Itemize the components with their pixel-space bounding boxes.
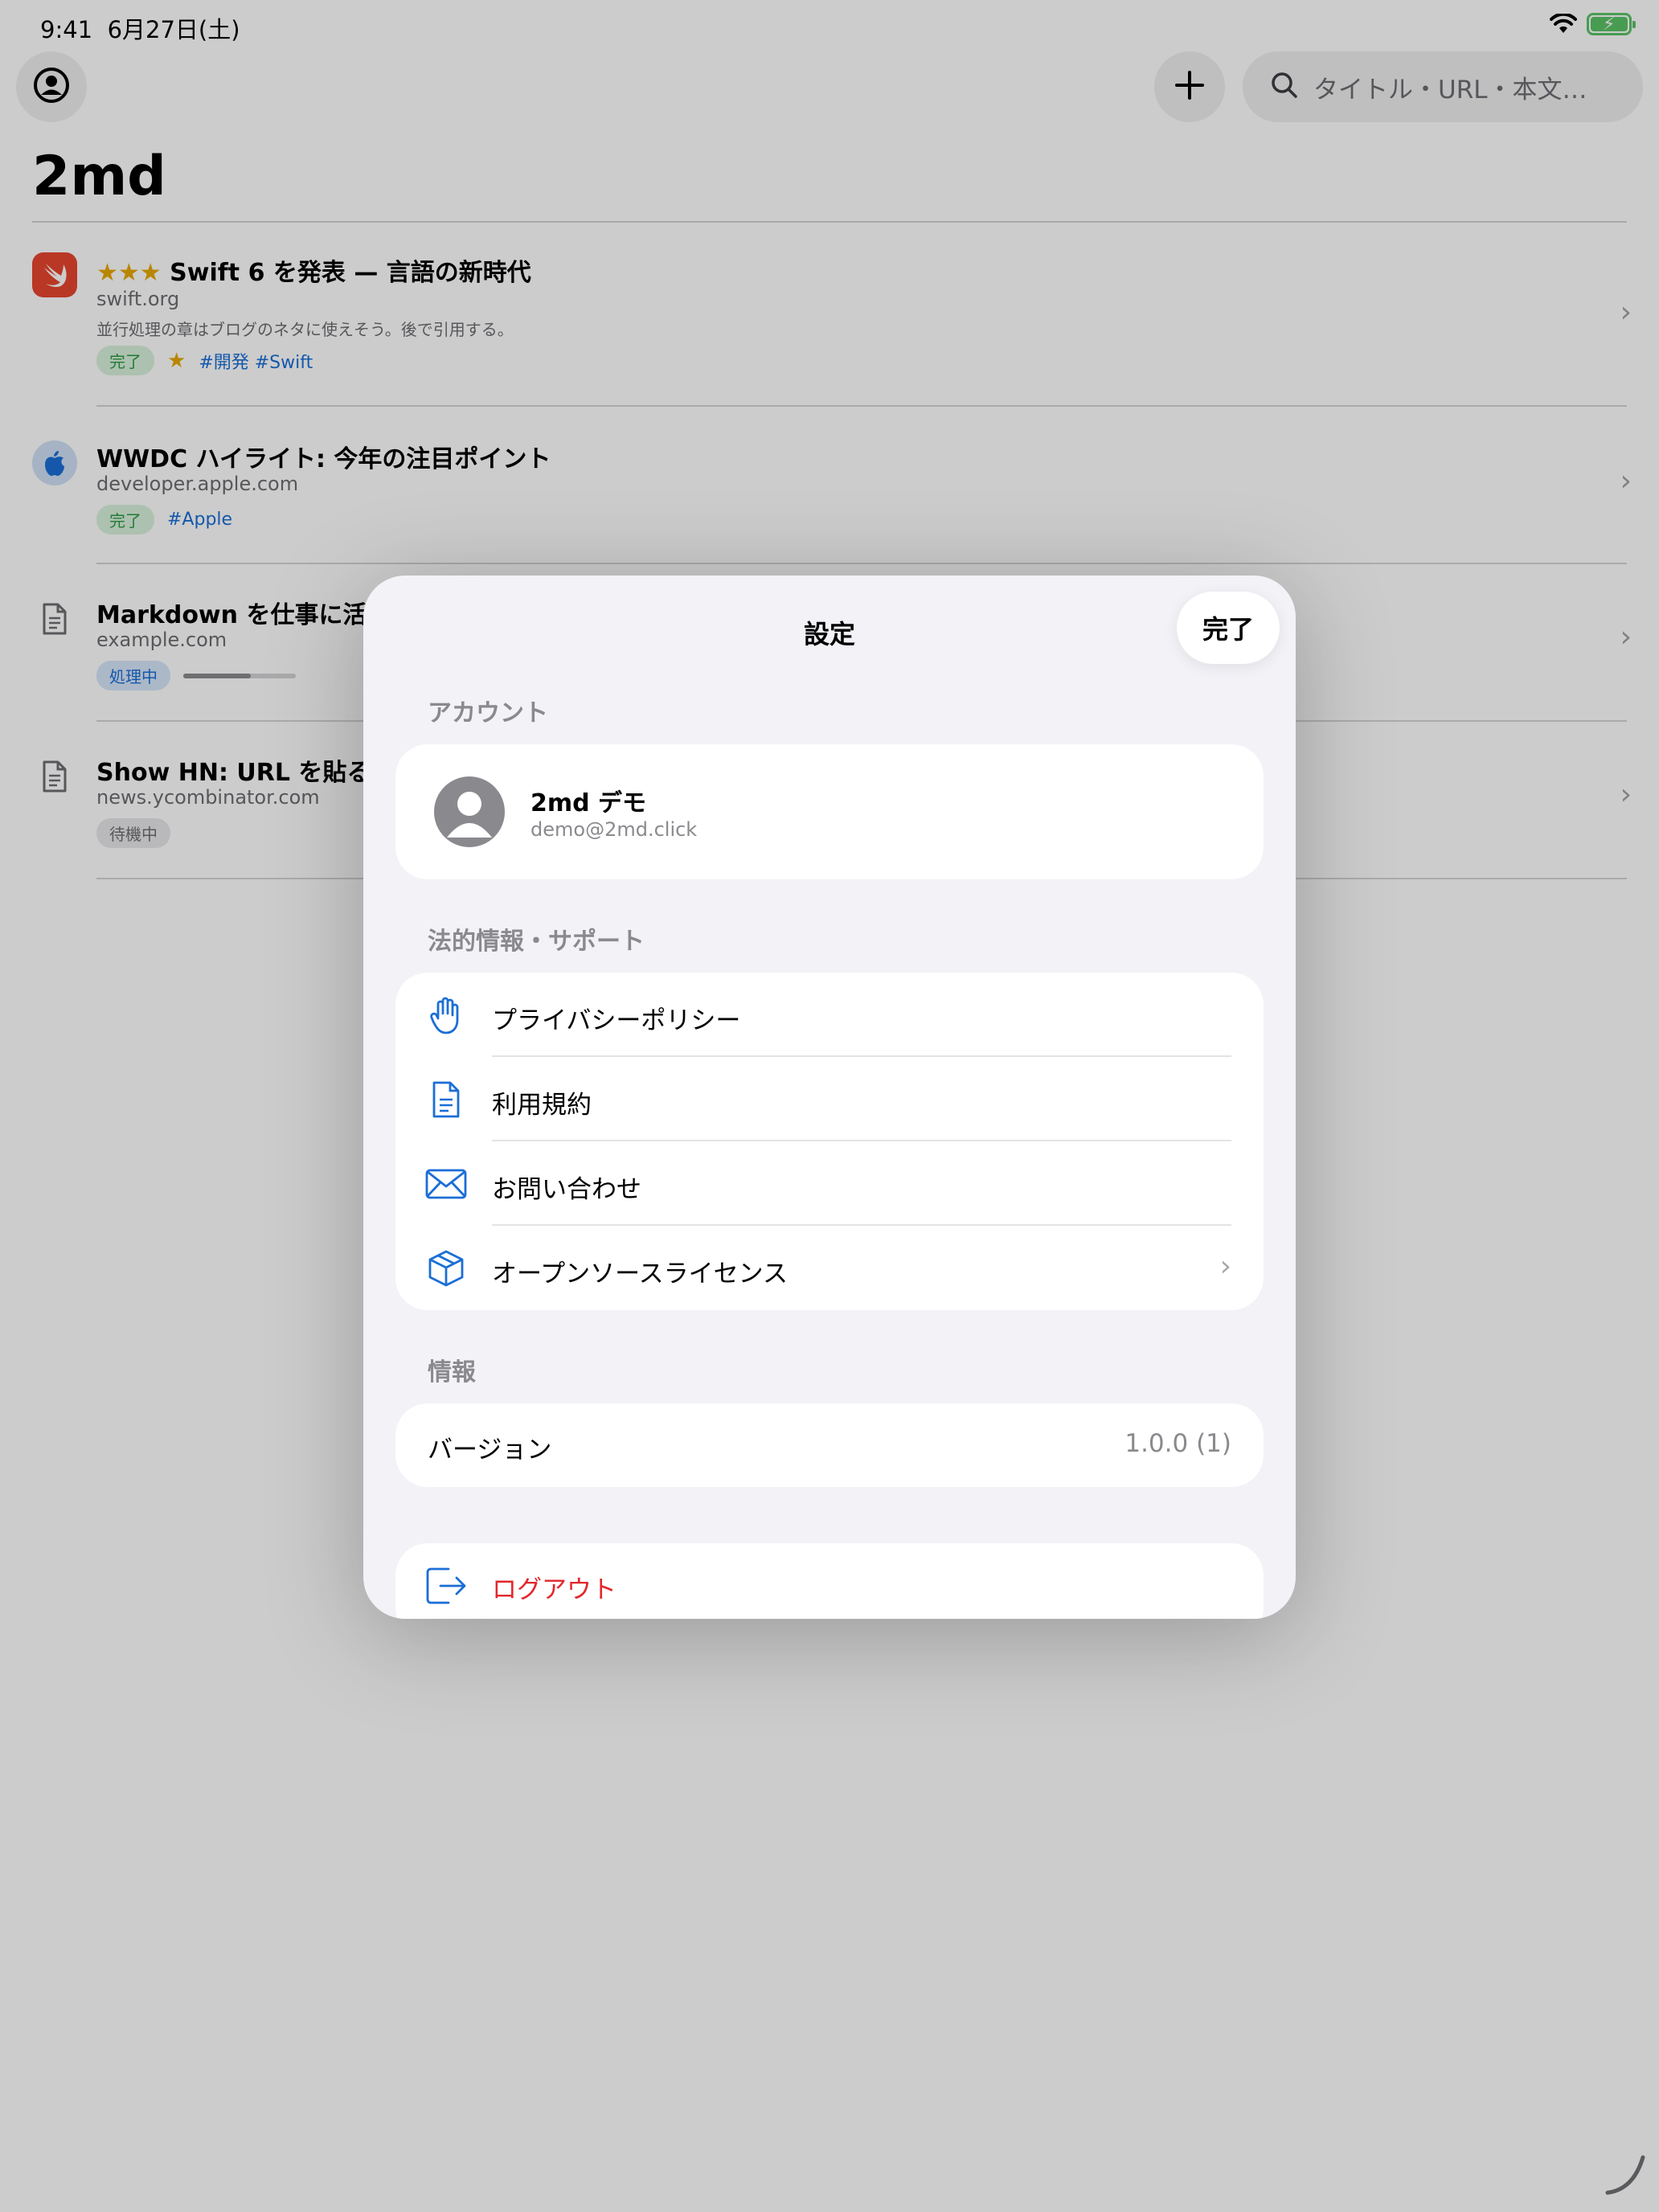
account-name: 2md デモ	[530, 789, 647, 817]
contact-item[interactable]: お問い合わせ	[395, 1141, 1264, 1226]
section-header-legal: 法的情報・サポート	[428, 928, 645, 956]
section-header-info: 情報	[428, 1358, 476, 1387]
terms-label: 利用規約	[492, 1091, 592, 1120]
sheet-title: 設定	[803, 619, 855, 649]
logout-icon	[424, 1566, 469, 1609]
document-icon	[424, 1078, 468, 1121]
chevron-right-icon: ›	[1219, 1250, 1231, 1283]
section-header-account: アカウント	[428, 699, 548, 727]
account-card[interactable]: 2md デモ demo@2md.click	[395, 744, 1264, 879]
version-value: 1.0.0 (1)	[1124, 1429, 1231, 1458]
resize-grabber-icon	[1603, 2153, 1648, 2201]
privacy-policy-item[interactable]: プライバシーポリシー	[395, 973, 1264, 1057]
envelope-icon	[424, 1162, 468, 1206]
terms-of-service-item[interactable]: 利用規約	[395, 1057, 1264, 1141]
logout-label: ログアウト	[492, 1575, 616, 1604]
privacy-policy-label: プライバシーポリシー	[492, 1006, 741, 1035]
logout-button[interactable]: ログアウト	[395, 1543, 1264, 1619]
open-source-licenses-label: オープンソースライセンス	[492, 1260, 788, 1288]
settings-sheet: 設定 完了 アカウント 2md デモ demo@2md.click 法的情報・サ…	[363, 576, 1296, 1619]
done-button[interactable]: 完了	[1177, 592, 1280, 664]
hand-raised-icon	[424, 993, 468, 1037]
legal-card: プライバシーポリシー 利用規約 お問い合わせ オープンソースライセンス ›	[395, 973, 1264, 1310]
version-label: バージョン	[428, 1436, 552, 1464]
open-source-licenses-item[interactable]: オープンソースライセンス ›	[395, 1226, 1264, 1310]
version-card: バージョン 1.0.0 (1)	[395, 1403, 1264, 1487]
avatar	[434, 776, 505, 847]
contact-label: お問い合わせ	[492, 1175, 641, 1204]
account-email: demo@2md.click	[530, 818, 698, 841]
shipping-box-icon	[424, 1247, 468, 1290]
